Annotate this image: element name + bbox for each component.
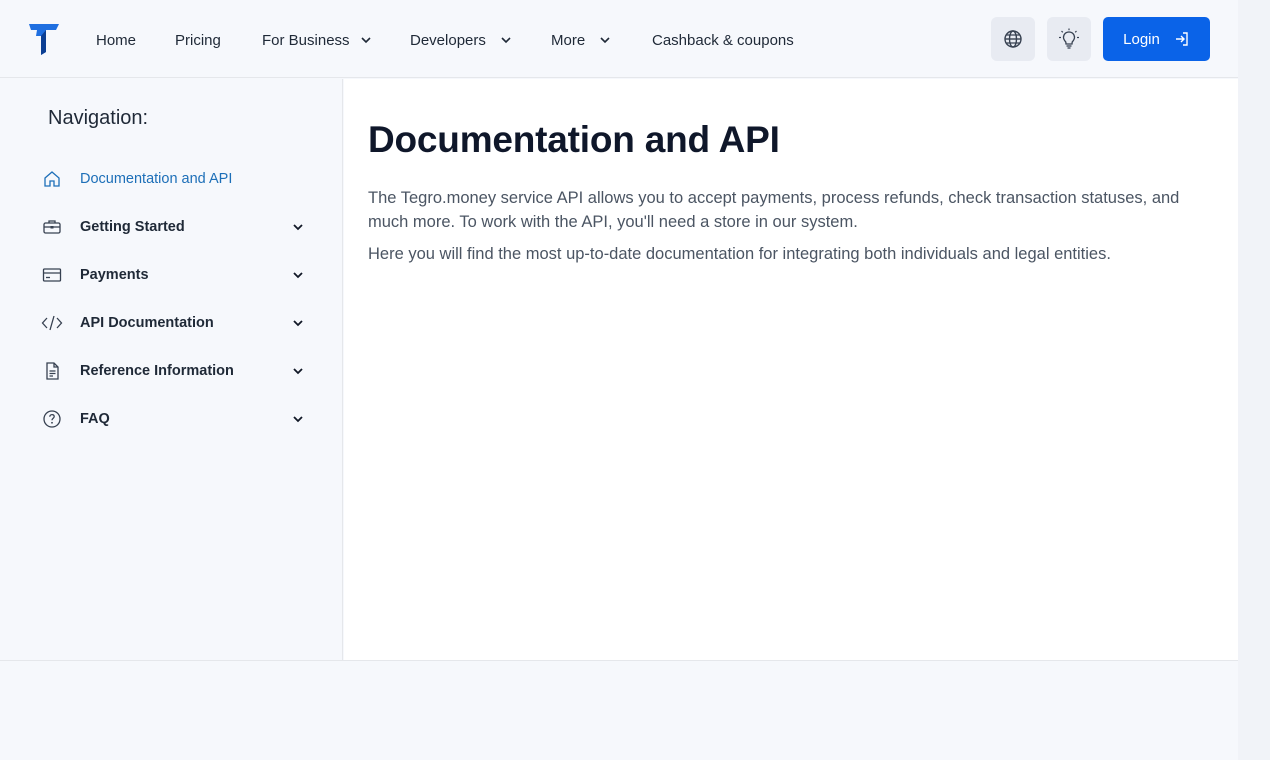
sidebar-item-payments[interactable]: Payments bbox=[40, 263, 308, 287]
sidebar-item-documentation-and-api[interactable]: Documentation and API bbox=[40, 167, 308, 191]
document-icon bbox=[40, 359, 64, 383]
nav-home-label: Home bbox=[96, 31, 137, 49]
chevron-down-icon bbox=[293, 224, 303, 231]
login-icon bbox=[1175, 32, 1188, 46]
nav-more-label: More bbox=[551, 31, 586, 49]
login-button[interactable]: Login bbox=[1103, 17, 1210, 61]
chevron-down-icon bbox=[293, 368, 303, 375]
sidebar-item-api-documentation[interactable]: API Documentation bbox=[40, 311, 308, 335]
briefcase-icon bbox=[40, 215, 64, 239]
sidebar-item-label: Reference Information bbox=[80, 363, 234, 379]
login-label: Login bbox=[1123, 30, 1160, 48]
nav-pricing-label: Pricing bbox=[175, 31, 221, 49]
nav-for-business[interactable]: For Business bbox=[262, 30, 372, 50]
language-button[interactable] bbox=[991, 17, 1035, 61]
nav-more[interactable]: More bbox=[551, 30, 611, 50]
details-paragraph: Here you will find the most up-to-date d… bbox=[368, 245, 1111, 263]
page-scrollbar-track[interactable] bbox=[1238, 0, 1270, 760]
code-icon bbox=[40, 311, 64, 335]
lightbulb-icon bbox=[1059, 28, 1079, 49]
sidebar-item-label: Payments bbox=[80, 267, 149, 283]
chevron-down-icon bbox=[360, 37, 371, 44]
logo-icon[interactable] bbox=[28, 22, 60, 56]
sidebar-item-getting-started[interactable]: Getting Started bbox=[40, 215, 308, 239]
nav-cashback[interactable]: Cashback & coupons bbox=[652, 30, 794, 50]
sidebar-item-label: FAQ bbox=[80, 411, 110, 427]
nav-developers[interactable]: Developers bbox=[410, 30, 512, 50]
sidebar-navigation: Navigation: Documentation and API Gettin… bbox=[0, 79, 343, 660]
chevron-down-icon bbox=[293, 416, 303, 423]
sidebar-item-label: Getting Started bbox=[80, 219, 185, 235]
home-icon bbox=[40, 167, 64, 191]
sidebar-item-faq[interactable]: FAQ bbox=[40, 407, 308, 431]
chevron-down-icon bbox=[501, 37, 511, 44]
nav-cashback-label: Cashback & coupons bbox=[652, 31, 794, 49]
card-icon bbox=[40, 263, 64, 287]
chevron-down-icon bbox=[293, 272, 303, 279]
globe-icon bbox=[1004, 30, 1022, 48]
main-content: Documentation and API The Tegro.money se… bbox=[344, 79, 1238, 660]
sidebar-item-label: API Documentation bbox=[80, 315, 214, 331]
page-footer bbox=[0, 660, 1238, 760]
help-icon bbox=[40, 407, 64, 431]
chevron-down-icon bbox=[293, 320, 303, 327]
intro-paragraph: The Tegro.money service API allows you t… bbox=[368, 189, 1180, 231]
nav-developers-label: Developers bbox=[410, 31, 486, 49]
nav-for-business-label: For Business bbox=[262, 31, 350, 49]
sidebar-item-label: Documentation and API bbox=[80, 171, 233, 187]
chevron-down-icon bbox=[600, 37, 610, 44]
theme-toggle-button[interactable] bbox=[1047, 17, 1091, 61]
nav-pricing[interactable]: Pricing bbox=[175, 30, 221, 50]
nav-home[interactable]: Home bbox=[96, 30, 136, 50]
sidebar-item-reference-information[interactable]: Reference Information bbox=[40, 359, 308, 383]
top-header: Home Pricing For Business Developers Mor… bbox=[0, 0, 1238, 78]
sidebar-title: Navigation: bbox=[48, 107, 149, 129]
page-title: Documentation and API bbox=[368, 119, 780, 160]
